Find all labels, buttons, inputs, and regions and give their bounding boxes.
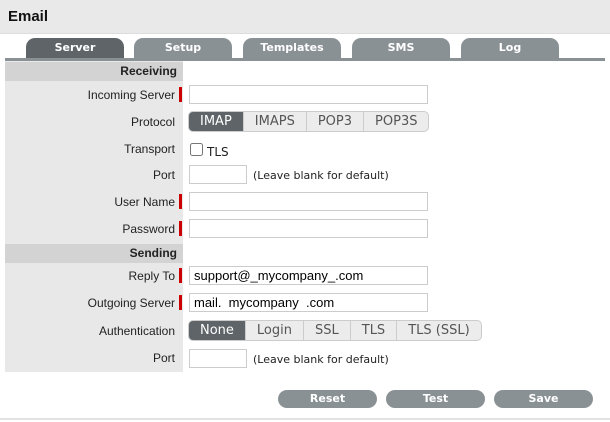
auth-tls[interactable]: TLS [351, 321, 398, 340]
protocol-pop3[interactable]: POP3 [307, 112, 365, 131]
section-sending: Sending [5, 244, 183, 263]
auth-ssl[interactable]: SSL [304, 321, 351, 340]
receiving-port-input[interactable] [189, 165, 247, 184]
username-input[interactable] [189, 192, 428, 211]
port-hint: (Leave blank for default) [253, 169, 389, 182]
authentication-label: Authentication [98, 324, 175, 338]
protocol-imaps[interactable]: IMAPS [244, 112, 307, 131]
page-title: Email [8, 8, 49, 25]
sending-port-label: Port [152, 351, 175, 365]
bottom-divider [0, 418, 610, 420]
tls-checkbox[interactable] [190, 143, 203, 156]
transport-label: Transport [124, 142, 175, 156]
sending-port-input[interactable] [189, 349, 247, 368]
port-label: Port [152, 168, 175, 182]
protocol-imap[interactable]: IMAP [189, 112, 244, 131]
auth-login[interactable]: Login [246, 321, 304, 340]
reply-to-label: Reply To [128, 269, 175, 283]
sending-port-hint: (Leave blank for default) [253, 353, 389, 366]
password-input[interactable] [189, 219, 428, 238]
section-receiving: Receiving [5, 62, 183, 81]
tab-setup[interactable]: Setup [134, 38, 232, 59]
reply-to-input[interactable] [189, 266, 428, 285]
auth-none[interactable]: None [189, 321, 246, 340]
protocol-pop3s[interactable]: POP3S [364, 112, 428, 131]
required-marker [179, 221, 182, 236]
test-button[interactable]: Test [386, 390, 485, 408]
tab-server[interactable]: Server [26, 38, 124, 59]
tab-log[interactable]: Log [461, 38, 559, 59]
tls-label: TLS [207, 145, 229, 159]
incoming-server-input[interactable] [189, 85, 428, 104]
required-marker [179, 87, 182, 102]
authentication-selector: None Login SSL TLS TLS (SSL) [188, 320, 482, 341]
outgoing-server-label: Outgoing Server [87, 296, 175, 310]
password-label: Password [122, 222, 175, 236]
title-bar: Email [0, 0, 610, 34]
save-button[interactable]: Save [494, 390, 593, 408]
protocol-label: Protocol [130, 115, 175, 129]
protocol-selector: IMAP IMAPS POP3 POP3S [188, 111, 430, 132]
tab-templates[interactable]: Templates [243, 38, 341, 59]
outgoing-server-input[interactable] [189, 293, 428, 312]
required-marker [179, 194, 182, 209]
auth-tls-ssl[interactable]: TLS (SSL) [397, 321, 480, 340]
required-marker [179, 295, 182, 310]
reset-button[interactable]: Reset [278, 390, 377, 408]
tab-sms[interactable]: SMS [352, 38, 450, 59]
username-label: User Name [114, 195, 175, 209]
required-marker [179, 268, 182, 283]
incoming-server-label: Incoming Server [87, 88, 175, 102]
